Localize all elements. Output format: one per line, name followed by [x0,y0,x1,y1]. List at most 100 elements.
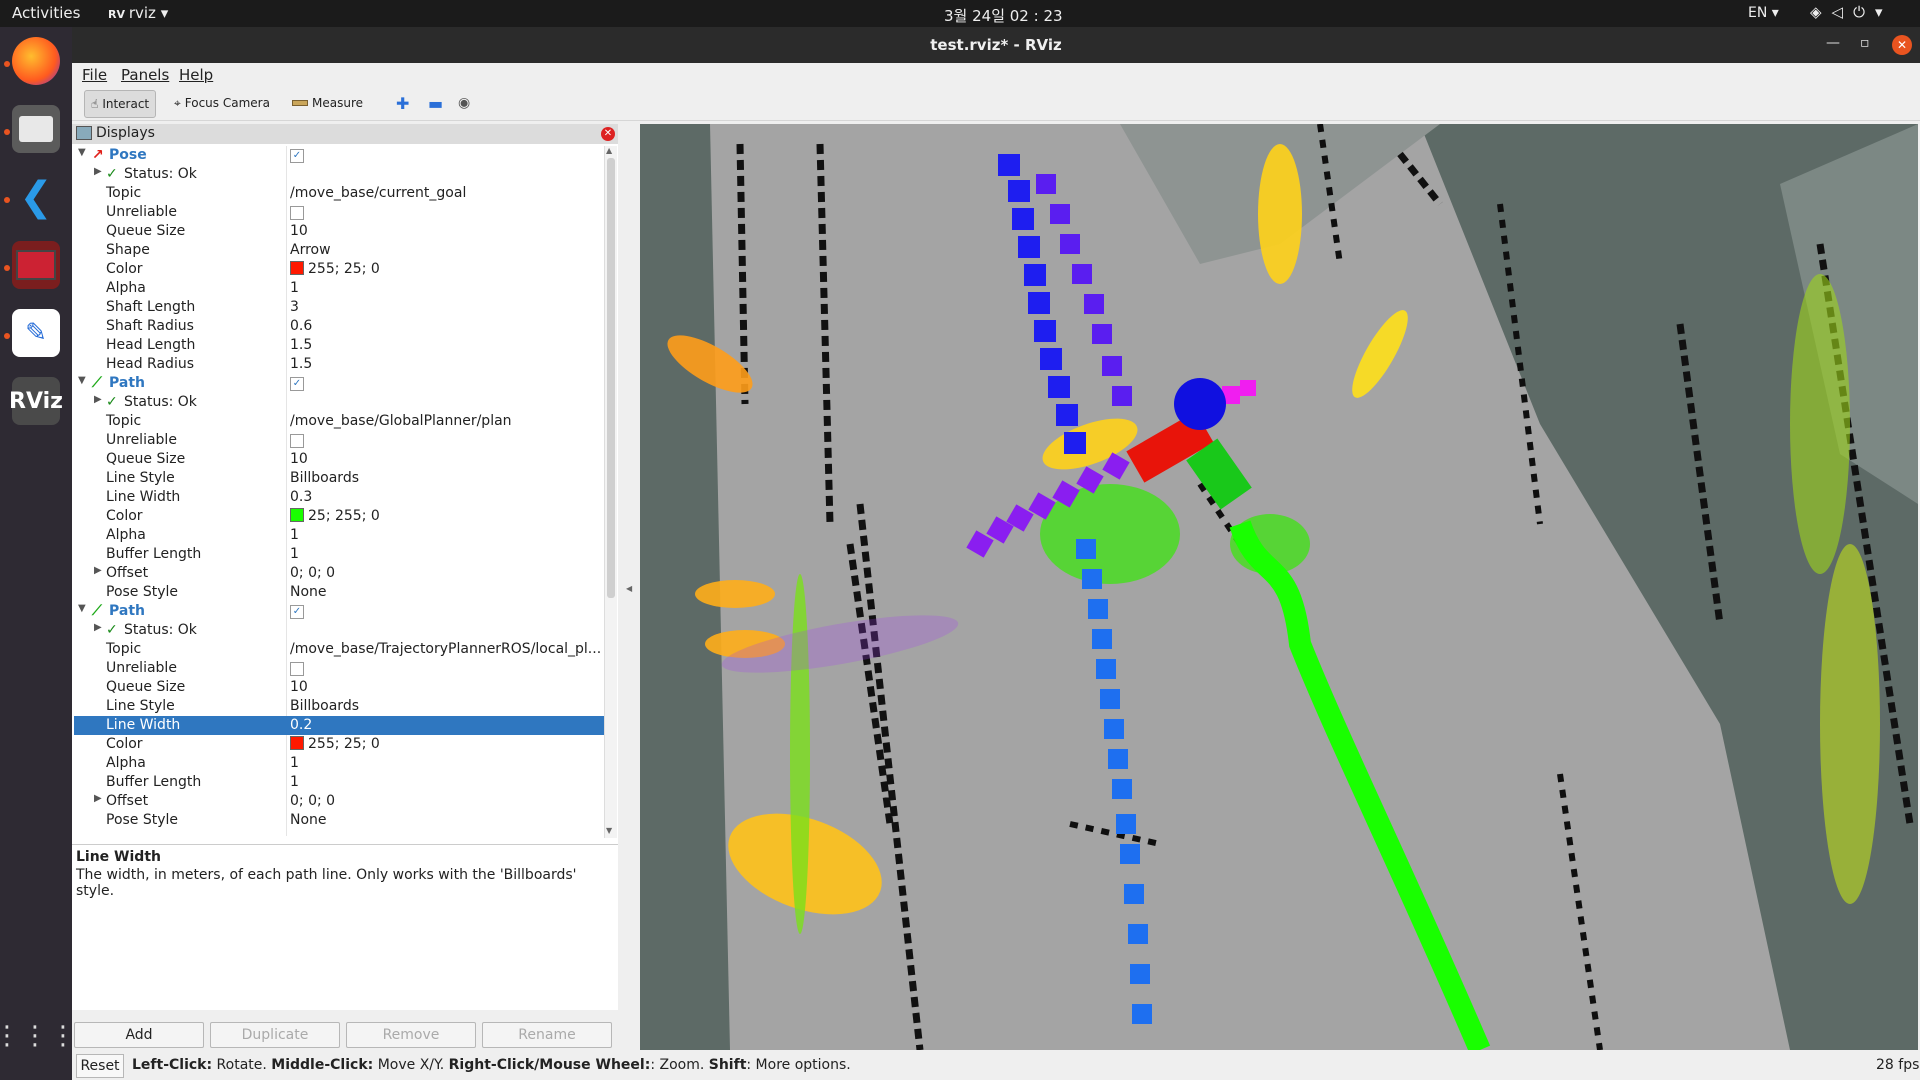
expand-arrow-icon[interactable]: ▶ [94,565,102,576]
property-value[interactable]: 0; 0; 0 [290,793,602,809]
scroll-up-icon[interactable]: ▲ [606,146,612,155]
property-value[interactable]: 1 [290,546,602,562]
app-menu[interactable]: RV rviz ▾ [108,4,168,22]
enabled-checkbox[interactable]: ✓ [290,149,304,163]
collapse-arrow-icon[interactable]: ▼ [78,147,86,158]
property-row[interactable]: Queue Size 10 [74,450,604,469]
input-language[interactable]: EN ▾ [1748,5,1779,21]
remove-tool-icon[interactable]: ▬ [422,90,449,116]
property-row[interactable]: Pose Style None [74,583,604,602]
remove-button[interactable]: Remove [346,1022,476,1048]
system-tray[interactable]: ◈◁⏻▾ [1810,3,1893,21]
duplicate-button[interactable]: Duplicate [210,1022,340,1048]
property-value[interactable]: None [290,812,602,828]
property-value[interactable]: 0.3 [290,489,602,505]
expand-arrow-icon[interactable]: ▶ [94,793,102,804]
property-value[interactable]: /move_base/GlobalPlanner/plan [290,413,602,429]
files-icon[interactable] [12,105,60,153]
property-row[interactable]: Head Radius 1.5 [74,355,604,374]
property-value[interactable]: Arrow [290,242,602,258]
panel-splitter[interactable]: ◀ [622,124,638,1050]
property-row-selected[interactable]: Line Width 0.2 [74,716,604,735]
property-row[interactable]: Color 25; 255; 0 [74,507,604,526]
tree-scrollbar[interactable]: ▲ ▼ [604,146,617,838]
scrollbar-thumb[interactable] [607,158,615,598]
property-value[interactable]: 1.5 [290,356,602,372]
property-value[interactable]: Billboards [290,698,602,714]
property-value[interactable]: 10 [290,451,602,467]
property-row[interactable]: Unreliable ✓ [74,203,604,222]
add-button[interactable]: Add [74,1022,204,1048]
property-row[interactable]: Buffer Length 1 [74,773,604,792]
collapse-panel-icon[interactable]: ◀ [626,584,632,593]
property-value[interactable]: 1.5 [290,337,602,353]
property-value[interactable]: 1 [290,774,602,790]
app-grid-icon[interactable]: ⋮⋮⋮ [0,1012,76,1060]
3d-viewport[interactable] [640,124,1918,1050]
property-value[interactable]: 0.2 [290,717,602,733]
property-value[interactable]: 1 [290,527,602,543]
add-tool-icon[interactable]: ✚ [390,90,415,116]
property-row[interactable]: ▶ Offset 0; 0; 0 [74,564,604,583]
property-row[interactable]: Pose Style None [74,811,604,830]
interact-tool[interactable]: ☝ Interact [84,90,157,118]
reset-button[interactable]: Reset [76,1054,124,1078]
property-row[interactable]: Line Width 0.3 [74,488,604,507]
property-row[interactable]: Line Style Billboards [74,469,604,488]
display-path-local[interactable]: ▼ ⟋ Path ✓ [74,602,604,621]
property-row[interactable]: ▶ Offset 0; 0; 0 [74,792,604,811]
property-value[interactable]: /move_base/TrajectoryPlannerROS/local_pl… [290,641,602,657]
property-value[interactable]: Billboards [290,470,602,486]
menu-help[interactable]: Help [179,66,213,84]
property-value[interactable]: /move_base/current_goal [290,185,602,201]
expand-arrow-icon[interactable]: ▶ [94,622,102,633]
property-value[interactable]: 10 [290,223,602,239]
activities-button[interactable]: Activities [12,4,80,22]
measure-tool[interactable]: Measure [286,90,369,116]
clock[interactable]: 3월 24일 02 : 23 [944,5,1063,26]
property-row[interactable]: Topic/move_base/current_goal [74,184,604,203]
rviz-icon[interactable]: RViz [9,377,63,425]
color-value[interactable]: 25; 255; 0 [290,508,602,524]
scroll-down-icon[interactable]: ▼ [606,826,612,835]
property-value[interactable]: 1 [290,280,602,296]
property-value[interactable]: 0; 0; 0 [290,565,602,581]
property-row[interactable]: Shaft Radius 0.6 [74,317,604,336]
expand-arrow-icon[interactable]: ▶ [94,394,102,405]
maximize-icon[interactable]: ▫ [1860,35,1870,51]
menu-file[interactable]: File [82,66,107,84]
enabled-checkbox[interactable]: ✓ [290,377,304,391]
close-panel-icon[interactable]: ✕ [601,127,615,141]
rename-button[interactable]: Rename [482,1022,612,1048]
enabled-checkbox[interactable]: ✓ [290,605,304,619]
property-row[interactable]: Alpha 1 [74,526,604,545]
display-path-global[interactable]: ▼ ⟋ Path ✓ [74,374,604,393]
property-row[interactable]: Alpha 1 [74,279,604,298]
vscode-icon[interactable]: ❮ [12,173,60,221]
unreliable-checkbox[interactable]: ✓ [290,662,304,676]
viewport-scene[interactable] [640,124,1918,1050]
text-editor-icon[interactable]: ✎ [12,309,60,357]
display-pose[interactable]: ▼ ↗ Pose ✓ [74,146,604,165]
collapse-arrow-icon[interactable]: ▼ [78,603,86,614]
property-value[interactable]: 1 [290,755,602,771]
expand-arrow-icon[interactable]: ▶ [94,166,102,177]
color-value[interactable]: 255; 25; 0 [290,736,602,752]
property-value[interactable]: 10 [290,679,602,695]
camera-type-icon[interactable]: ◉ [452,90,476,116]
window-titlebar[interactable]: test.rviz* - RViz — ▫ ✕ [72,27,1920,63]
unreliable-checkbox[interactable]: ✓ [290,206,304,220]
property-value[interactable]: None [290,584,602,600]
property-row[interactable]: Unreliable ✓ [74,659,604,678]
collapse-arrow-icon[interactable]: ▼ [78,375,86,386]
property-row[interactable]: Queue Size 10 [74,222,604,241]
property-row[interactable]: Queue Size 10 [74,678,604,697]
menu-panels[interactable]: Panels [121,66,169,84]
status-row[interactable]: ▶ ✓ Status: Ok [74,393,604,412]
status-row[interactable]: ▶ ✓ Status: Ok [74,165,604,184]
property-row[interactable]: Alpha 1 [74,754,604,773]
firefox-icon[interactable] [12,37,60,85]
property-row[interactable]: Line Style Billboards [74,697,604,716]
unreliable-checkbox[interactable]: ✓ [290,434,304,448]
property-row[interactable]: Color 255; 25; 0 [74,260,604,279]
